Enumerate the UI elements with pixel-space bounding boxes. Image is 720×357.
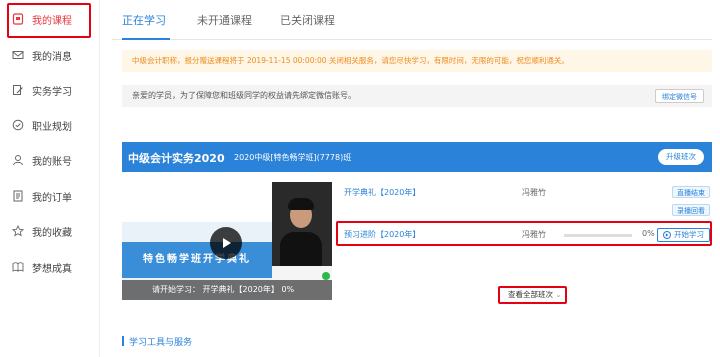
course-class-name: 2020中级[特色畅学班](7778)班 xyxy=(234,153,352,162)
sidebar-item-label: 职业规划 xyxy=(32,121,72,133)
course-header: 中级会计实务2020 2020中级[特色畅学班](7778)班 升级班次 xyxy=(122,142,712,172)
order-icon xyxy=(12,190,24,202)
highlight-box xyxy=(336,221,712,246)
video-player[interactable]: 特色畅学班开学典礼 请开始学习： 开学典礼【2020年】 0% xyxy=(122,182,332,300)
teacher-camera xyxy=(272,182,332,266)
sidebar-item-label: 我的账号 xyxy=(32,156,72,168)
sidebar-item-career[interactable]: 职业规划 xyxy=(0,108,100,142)
compass-icon xyxy=(12,119,24,131)
lesson-teacher: 冯雅竹 xyxy=(522,188,546,197)
edit-icon xyxy=(12,84,24,96)
sidebar-item-label: 我的订单 xyxy=(32,192,72,204)
sidebar: 我的课程 我的消息 实务学习 职业规划 我的账号 我的订单 我的收藏 梦想成真 xyxy=(0,0,100,357)
main-content: 正在学习 未开通课程 已关闭课程 中级会计职称，报分赠送课程将于 2019-11… xyxy=(112,0,720,357)
sidebar-item-practice[interactable]: 实务学习 xyxy=(0,73,100,107)
sidebar-item-label: 我的消息 xyxy=(32,51,72,63)
wechat-bind-text: 亲爱的学员，为了保障您和班级同学的权益请先绑定微信账号。 xyxy=(132,91,356,100)
tab-active-indicator xyxy=(122,38,170,40)
sidebar-item-label: 梦想成真 xyxy=(32,263,72,275)
tab-learning[interactable]: 正在学习 xyxy=(122,12,166,28)
mail-icon xyxy=(12,49,24,61)
star-icon xyxy=(12,225,24,237)
wechat-bind-bar: 亲爱的学员，为了保障您和班级同学的权益请先绑定微信账号。 绑定微信号 xyxy=(122,85,712,107)
upgrade-class-button[interactable]: 升级班次 xyxy=(658,149,704,165)
user-icon xyxy=(12,154,24,166)
book-icon xyxy=(12,261,24,273)
status-dot xyxy=(322,272,330,280)
tools-section: 学习工具与服务 xyxy=(122,332,712,352)
tab-not-opened[interactable]: 未开通课程 xyxy=(197,12,252,28)
lesson-row: 开学典礼【2020年】 冯雅竹 直播结束 xyxy=(342,182,712,204)
tools-title: 学习工具与服务 xyxy=(129,338,193,348)
video-caption[interactable]: 请开始学习： 开学典礼【2020年】 0% xyxy=(122,280,332,300)
course-title: 中级会计实务2020 xyxy=(128,152,225,165)
sidebar-item-account[interactable]: 我的账号 xyxy=(0,143,100,177)
tab-closed[interactable]: 已关闭课程 xyxy=(280,12,335,28)
highlight-box xyxy=(7,3,91,38)
sidebar-item-favorites[interactable]: 我的收藏 xyxy=(0,214,100,248)
sidebar-item-dream[interactable]: 梦想成真 xyxy=(0,250,100,284)
lesson-title[interactable]: 开学典礼【2020年】 xyxy=(344,187,420,198)
replay-button[interactable]: 录播回看 xyxy=(672,204,710,216)
section-marker xyxy=(122,336,124,346)
play-icon[interactable] xyxy=(210,227,242,259)
sidebar-item-messages[interactable]: 我的消息 xyxy=(0,38,100,72)
lesson-list: 开学典礼【2020年】 冯雅竹 直播结束 录播回看 预习进阶【2020年】 冯雅… xyxy=(336,182,712,304)
highlight-box xyxy=(498,286,567,304)
live-ended-button[interactable]: 直播结束 xyxy=(672,186,710,198)
course-card: 中级会计实务2020 2020中级[特色畅学班](7778)班 升级班次 特色畅… xyxy=(122,142,712,307)
bind-wechat-button[interactable]: 绑定微信号 xyxy=(655,89,704,103)
sidebar-item-label: 我的收藏 xyxy=(32,227,72,239)
sidebar-item-label: 实务学习 xyxy=(32,86,72,98)
course-tabs: 正在学习 未开通课程 已关闭课程 xyxy=(112,0,712,40)
notice-banner: 中级会计职称，报分赠送课程将于 2019-11-15 00:00:00 关闭相关… xyxy=(122,50,712,72)
slide-banner: 特色畅学班开学典礼 xyxy=(122,242,272,278)
slide-header xyxy=(122,182,272,222)
sidebar-item-orders[interactable]: 我的订单 xyxy=(0,179,100,213)
